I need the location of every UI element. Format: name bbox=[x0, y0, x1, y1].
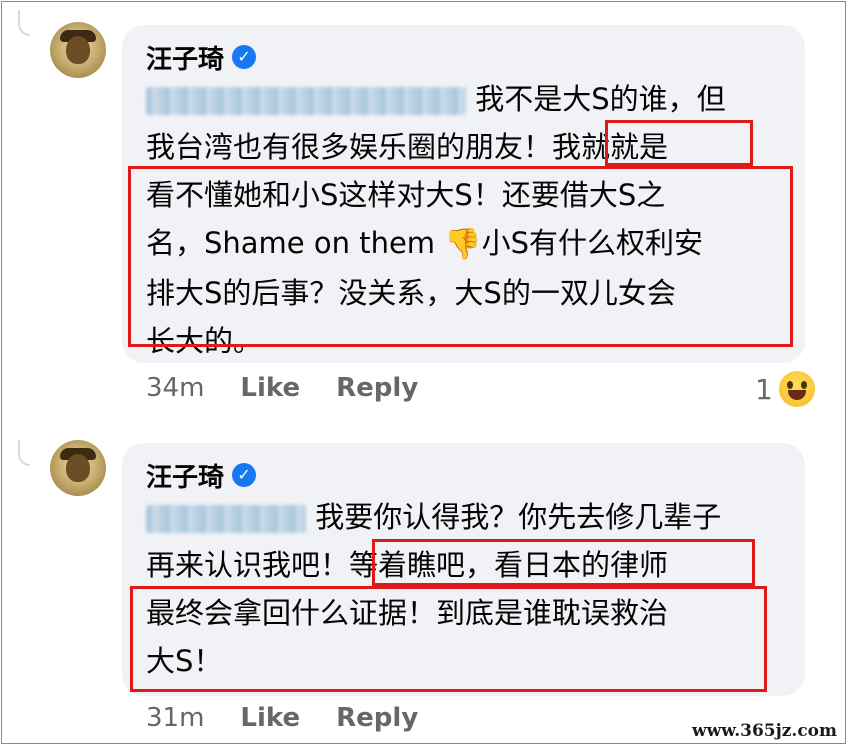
avatar[interactable] bbox=[50, 440, 106, 496]
author-name[interactable]: 汪子琦 bbox=[146, 457, 224, 494]
comment-author[interactable]: 汪子琦 ✓ bbox=[146, 39, 783, 75]
comment-text: mention 我不是大S的谁，但 我台湾也有很多娱乐圈的朋友！我就就是 看不懂… bbox=[146, 75, 783, 365]
comment-actions: 31m Like Reply bbox=[146, 703, 418, 733]
comment-line: 再来认识我吧！等着瞧吧，看日本的律师 bbox=[146, 548, 669, 582]
site-watermark: www.365jz.com bbox=[686, 719, 843, 743]
avatar-face bbox=[66, 454, 90, 482]
reply-button[interactable]: Reply bbox=[336, 373, 418, 403]
like-button[interactable]: Like bbox=[240, 373, 300, 403]
comment-actions: 34m Like Reply bbox=[146, 373, 418, 403]
comment-line: 最终会拿回什么证据！到底是谁耽误救治 bbox=[146, 596, 669, 630]
avatar-face bbox=[66, 36, 90, 64]
comment-line: 长大的。 bbox=[146, 324, 263, 358]
comment-text: mention 我要你认得我？你先去修几辈子 再来认识我吧！等着瞧吧，看日本的律… bbox=[146, 493, 783, 685]
comment-bubble: 汪子琦 ✓ mention 我不是大S的谁，但 我台湾也有很多娱乐圈的朋友！我就… bbox=[122, 25, 805, 363]
reaction-summary[interactable]: 1 bbox=[755, 371, 815, 407]
author-name[interactable]: 汪子琦 bbox=[146, 39, 224, 76]
comment-timestamp[interactable]: 31m bbox=[146, 703, 204, 733]
avatar[interactable] bbox=[50, 22, 106, 78]
comment-line: mention 我不是大S的谁，但 bbox=[146, 75, 783, 123]
reply-button[interactable]: Reply bbox=[336, 703, 418, 733]
comment-line: 我台湾也有很多娱乐圈的朋友！我就就是 bbox=[146, 130, 669, 164]
redacted-mention[interactable]: mention bbox=[146, 505, 306, 533]
comment-line: 名，Shame on them 👎小S有什么权利安 bbox=[146, 219, 783, 269]
comment-line: 排大S的后事？没关系，大S的一双儿女会 bbox=[146, 276, 676, 310]
verified-badge-icon: ✓ bbox=[232, 45, 257, 69]
comment-author[interactable]: 汪子琦 ✓ bbox=[146, 457, 783, 493]
comment-line: mention 我要你认得我？你先去修几辈子 bbox=[146, 493, 783, 541]
redacted-mention[interactable]: mention bbox=[146, 87, 466, 115]
thumbs-down-emoji: 👎 bbox=[444, 227, 482, 262]
haha-emoji-icon bbox=[778, 371, 815, 407]
like-button[interactable]: Like bbox=[240, 703, 300, 733]
comment-timestamp[interactable]: 34m bbox=[146, 373, 204, 403]
comment-line: 大S！ bbox=[146, 644, 223, 678]
comment-bubble: 汪子琦 ✓ mention 我要你认得我？你先去修几辈子 再来认识我吧！等着瞧吧… bbox=[122, 443, 805, 696]
comment-line: 看不懂她和小S这样对大S！还要借大S之 bbox=[146, 178, 666, 212]
verified-badge-icon: ✓ bbox=[232, 463, 257, 487]
reaction-count: 1 bbox=[755, 372, 773, 406]
